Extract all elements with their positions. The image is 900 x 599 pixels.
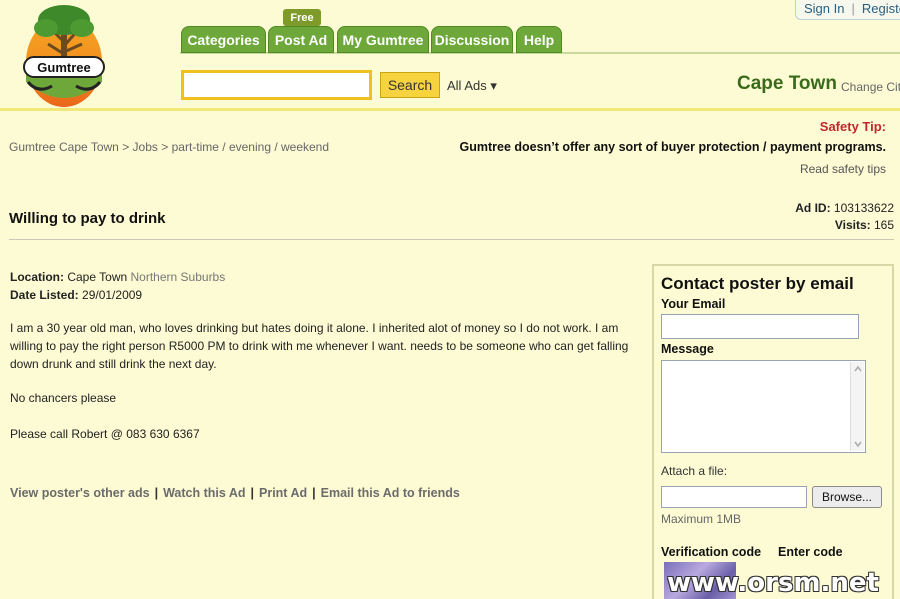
tab-my-gumtree[interactable]: My Gumtree xyxy=(337,26,429,53)
breadcrumb-jobs[interactable]: Jobs xyxy=(133,140,158,154)
ad-id-value: 103133622 xyxy=(833,201,894,215)
email-ad-link[interactable]: Email this Ad to friends xyxy=(321,486,460,500)
watch-ad-link[interactable]: Watch this Ad xyxy=(163,486,245,500)
ad-meta: Ad ID: 103133622 Visits: 165 xyxy=(795,200,894,234)
view-other-ads-link[interactable]: View poster's other ads xyxy=(10,486,150,500)
gumtree-logo[interactable]: Gumtree xyxy=(18,2,110,108)
tab-help[interactable]: Help xyxy=(516,26,562,53)
ad-actions: View poster's other ads | Watch this Ad | Pr… xyxy=(10,486,460,500)
scroll-arrows-icon xyxy=(854,365,862,448)
search-button[interactable]: Search xyxy=(380,72,440,98)
separator: | xyxy=(851,0,855,16)
visits-label: Visits: xyxy=(834,218,871,232)
free-badge: Free xyxy=(283,9,321,26)
site-header: Gumtree Free Categories Post Ad My Gumtr… xyxy=(0,0,900,112)
change-city-link[interactable]: Change City xyxy=(841,80,900,94)
location-label: Location: xyxy=(10,270,64,284)
ad-title: Willing to pay to drink xyxy=(9,210,166,227)
breadcrumb-separator: > xyxy=(161,140,169,154)
email-field[interactable] xyxy=(661,314,859,339)
safety-tip-text: Gumtree doesn’t offer any sort of buyer … xyxy=(459,140,886,154)
file-path-field[interactable] xyxy=(661,486,807,508)
contact-title: Contact poster by email xyxy=(661,274,854,293)
ad-description: I am a 30 year old man, who loves drinki… xyxy=(10,321,629,371)
location-sub[interactable]: Northern Suburbs xyxy=(131,270,226,284)
tab-categories[interactable]: Categories xyxy=(181,26,266,53)
date-label: Date Listed: xyxy=(10,288,79,302)
sign-in-link[interactable]: Sign In xyxy=(804,1,844,16)
attach-label: Attach a file: xyxy=(661,464,728,478)
logo-text: Gumtree xyxy=(37,60,90,75)
separator: | xyxy=(312,486,316,500)
safety-tip-title: Safety Tip: xyxy=(819,119,886,134)
tab-discussion[interactable]: Discussion xyxy=(431,26,513,53)
read-safety-tips-link[interactable]: Read safety tips xyxy=(800,162,886,176)
separator: | xyxy=(250,486,255,500)
ad-paragraph: No chancers please xyxy=(10,391,117,405)
current-city: Cape Town xyxy=(737,73,837,94)
header-divider xyxy=(0,108,900,111)
verification-label: Verification code xyxy=(661,545,762,559)
message-scrollbar[interactable] xyxy=(850,362,864,451)
visits-value: 165 xyxy=(873,218,894,232)
message-field[interactable] xyxy=(661,360,866,453)
date-value: 29/01/2009 xyxy=(82,288,143,302)
breadcrumb: Gumtree Cape Town > Jobs > part-time / e… xyxy=(9,140,329,154)
ad-scope-dropdown[interactable]: All Ads ▾ xyxy=(447,78,497,94)
account-links: Sign In | Register xyxy=(795,0,900,20)
email-label: Your Email xyxy=(661,297,726,311)
separator: | xyxy=(154,486,159,500)
breadcrumb-category[interactable]: part-time / evening / weekend xyxy=(172,140,329,154)
max-size-label: Maximum 1MB xyxy=(661,512,742,526)
ad-contact-paragraph: Please call Robert @ 083 630 6367 xyxy=(10,427,200,441)
register-link[interactable]: Register xyxy=(862,1,900,16)
tab-post-ad[interactable]: Post Ad xyxy=(268,26,334,53)
print-ad-link[interactable]: Print Ad xyxy=(259,486,307,500)
breadcrumb-home[interactable]: Gumtree Cape Town xyxy=(9,140,119,154)
breadcrumb-separator: > xyxy=(122,140,130,154)
enter-code-label: Enter code xyxy=(778,545,843,559)
ad-id-label: Ad ID: xyxy=(795,201,831,215)
watermark: www.orsm.net xyxy=(667,568,879,598)
browse-button[interactable]: Browse... xyxy=(812,486,882,508)
search-input[interactable] xyxy=(181,70,372,100)
title-divider xyxy=(9,239,894,240)
location-value: Cape Town xyxy=(67,270,128,284)
ad-details: Location: Cape Town Northern Suburbs Dat… xyxy=(10,268,225,304)
message-label: Message xyxy=(661,342,714,356)
